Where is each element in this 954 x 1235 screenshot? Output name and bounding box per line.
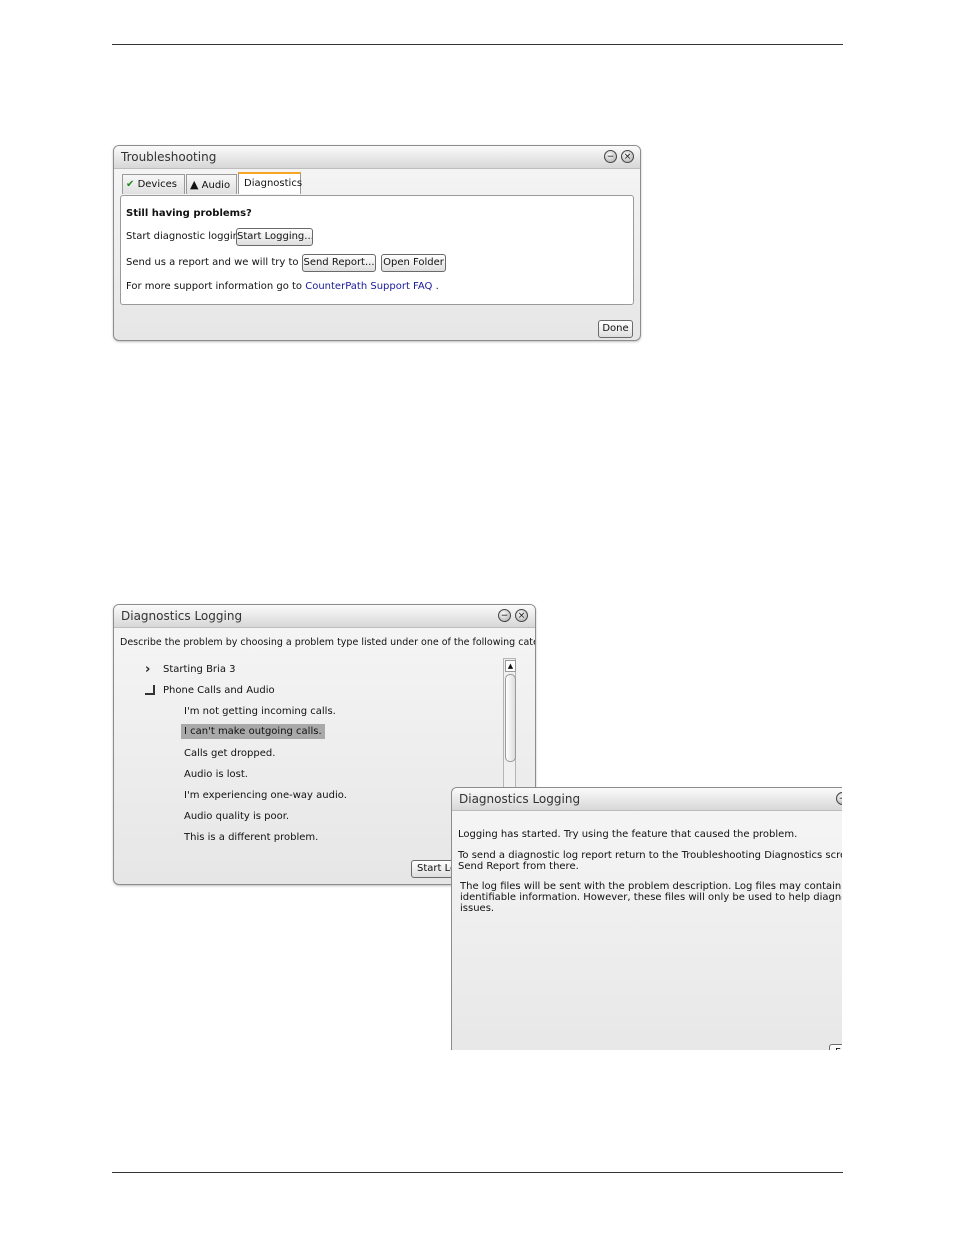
minimize-icon[interactable]: − xyxy=(604,150,617,163)
instruction-text: Describe the problem by choosing a probl… xyxy=(120,637,536,648)
open-folder-button[interactable]: Open Folder xyxy=(381,254,446,272)
diagnostics-panel: Still having problems? Start diagnostic … xyxy=(120,195,634,305)
minimize-icon[interactable]: − xyxy=(498,609,511,622)
category-phone-calls[interactable]: Phone Calls and Audio xyxy=(163,685,275,696)
window-title: Diagnostics Logging xyxy=(121,609,243,623)
minimize-icon[interactable]: − xyxy=(836,792,842,805)
support-faq-link[interactable]: CounterPath Support FAQ xyxy=(305,281,432,292)
check-icon: ✔ xyxy=(126,179,135,190)
start-logging-button[interactable]: Start Lo xyxy=(411,860,456,878)
done-button[interactable]: Done xyxy=(598,320,633,338)
troubleshooting-window: Troubleshooting − × ✔ Devices ▲ Audio Di… xyxy=(113,145,641,341)
top-rule xyxy=(112,44,843,45)
window-title: Diagnostics Logging xyxy=(459,792,581,806)
start-logging-button[interactable]: Start Logging... xyxy=(236,228,313,246)
warning-icon: ▲ xyxy=(190,178,199,191)
logging-started-window: Diagnostics Logging − Logging has starte… xyxy=(451,787,842,1050)
problem-item[interactable]: I'm experiencing one-way audio. xyxy=(184,790,347,801)
scroll-up-icon[interactable]: ▲ xyxy=(505,660,516,672)
problem-item-selected[interactable]: I can't make outgoing calls. xyxy=(181,724,325,739)
tab-devices[interactable]: ✔ Devices xyxy=(122,174,185,194)
report-label: Send us a report and we will try to help… xyxy=(126,257,327,268)
title-bar: Diagnostics Logging − xyxy=(452,788,842,811)
logging-label: Start diagnostic logging. xyxy=(126,231,249,242)
problem-item[interactable]: Audio is lost. xyxy=(184,769,248,780)
instruction-line: Send Report from there. xyxy=(458,861,579,872)
window-title: Troubleshooting xyxy=(121,150,217,164)
clip-frame: Diagnostics Logging − Logging has starte… xyxy=(451,787,842,1050)
problem-item[interactable]: Audio quality is poor. xyxy=(184,811,289,822)
panel-heading: Still having problems? xyxy=(126,208,252,219)
privacy-line: The log files will be sent with the prob… xyxy=(460,881,842,892)
bottom-rule xyxy=(112,1172,843,1173)
scroll-thumb[interactable] xyxy=(505,674,516,762)
tab-diagnostics[interactable]: Diagnostics xyxy=(238,172,303,194)
send-report-button[interactable]: Send Report... xyxy=(302,254,376,272)
tab-audio[interactable]: ▲ Audio xyxy=(186,174,237,194)
privacy-line: identifiable information. However, these… xyxy=(460,892,842,903)
problem-item[interactable]: Calls get dropped. xyxy=(184,748,275,759)
tab-label: Audio xyxy=(201,180,231,191)
support-prefix: For more support information go to xyxy=(126,281,303,292)
privacy-line: issues. xyxy=(460,903,495,914)
tab-label: Devices xyxy=(137,179,177,190)
tab-label: Diagnostics xyxy=(244,178,303,189)
title-bar: Troubleshooting − × xyxy=(114,146,640,169)
problem-item[interactable]: I'm not getting incoming calls. xyxy=(184,706,336,717)
category-starting[interactable]: Starting Bria 3 xyxy=(163,664,236,675)
chevron-right-icon[interactable]: › xyxy=(145,662,150,677)
expanded-arrow-icon[interactable] xyxy=(145,685,155,695)
instruction-line: To send a diagnostic log report return t… xyxy=(458,850,842,861)
problem-item[interactable]: This is a different problem. xyxy=(184,832,318,843)
scrollbar[interactable]: ▲ xyxy=(503,658,516,788)
support-suffix: . xyxy=(435,281,439,292)
close-icon[interactable]: × xyxy=(515,609,528,622)
support-text: For more support information go to Count… xyxy=(126,281,439,292)
status-line: Logging has started. Try using the featu… xyxy=(458,829,798,840)
close-icon[interactable]: × xyxy=(621,150,634,163)
finish-button[interactable]: F xyxy=(829,1044,842,1050)
title-bar: Diagnostics Logging − × xyxy=(114,605,535,628)
